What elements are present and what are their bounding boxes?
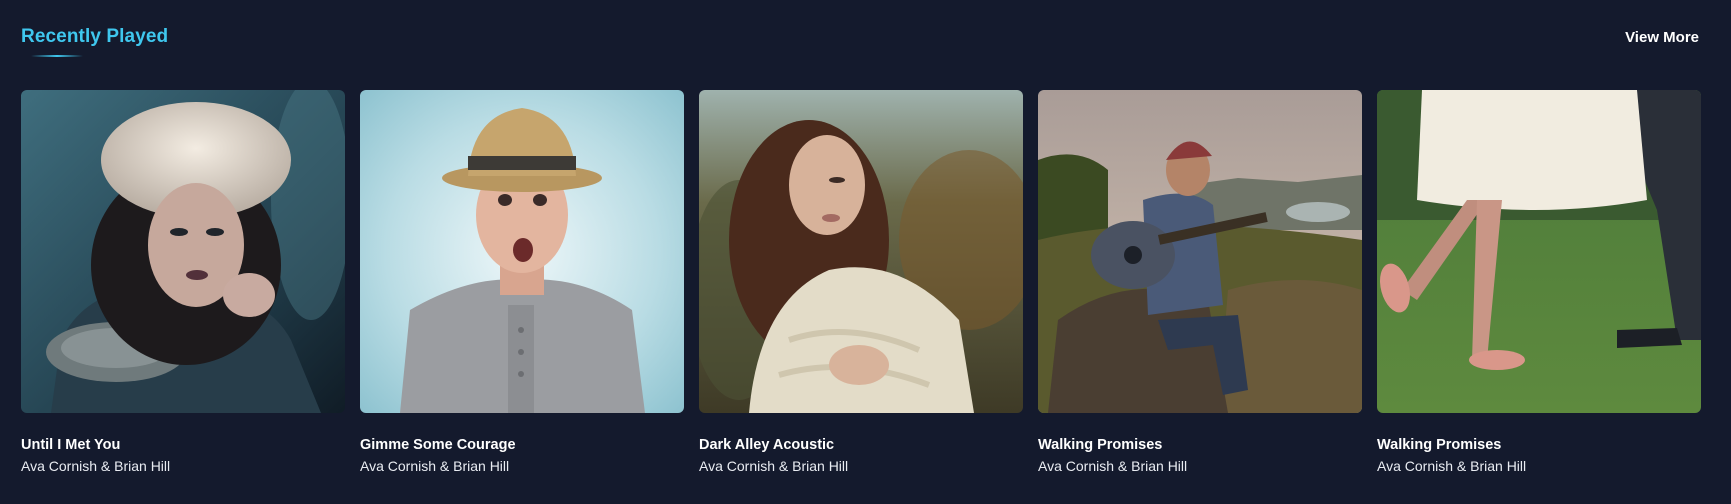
album-art[interactable] [360,90,684,413]
track-card-list: Until I Met You Ava Cornish & Brian Hill [21,90,1701,475]
recently-played-section: Recently Played View More Until I Met Yo… [0,0,1731,504]
album-art[interactable] [699,90,1023,413]
man-playing-guitar-photo [1038,90,1362,413]
section-header: Recently Played View More [21,26,1699,66]
track-artist: Ava Cornish & Brian Hill [1038,458,1188,474]
track-title[interactable]: Gimme Some Courage [360,436,684,454]
track-card[interactable]: Walking Promises Ava Cornish & Brian Hil… [1038,90,1362,475]
track-title[interactable]: Dark Alley Acoustic [699,436,1023,454]
track-card[interactable]: Dark Alley Acoustic Ava Cornish & Brian … [699,90,1023,475]
surprised-man-in-hat-photo [360,90,684,413]
track-card[interactable]: Until I Met You Ava Cornish & Brian Hill [21,90,345,475]
album-art[interactable] [1038,90,1362,413]
woman-in-fur-hood-photo [21,90,345,413]
album-art[interactable] [1377,90,1701,413]
track-title[interactable]: Walking Promises [1377,436,1701,454]
view-more-link[interactable]: View More [1625,28,1699,48]
track-title[interactable]: Walking Promises [1038,436,1362,454]
title-underline [31,55,83,57]
section-title: Recently Played [21,26,169,47]
track-artist: Ava Cornish & Brian Hill [21,458,171,474]
track-artist: Ava Cornish & Brian Hill [360,458,510,474]
track-card[interactable]: Gimme Some Courage Ava Cornish & Brian H… [360,90,684,475]
track-title[interactable]: Until I Met You [21,436,345,454]
track-artist: Ava Cornish & Brian Hill [699,458,849,474]
track-card[interactable]: Walking Promises Ava Cornish & Brian Hil… [1377,90,1701,475]
couple-on-grass-photo [1377,90,1701,413]
album-art[interactable] [21,90,345,413]
woman-in-shawl-photo [699,90,1023,413]
track-artist: Ava Cornish & Brian Hill [1377,458,1527,474]
